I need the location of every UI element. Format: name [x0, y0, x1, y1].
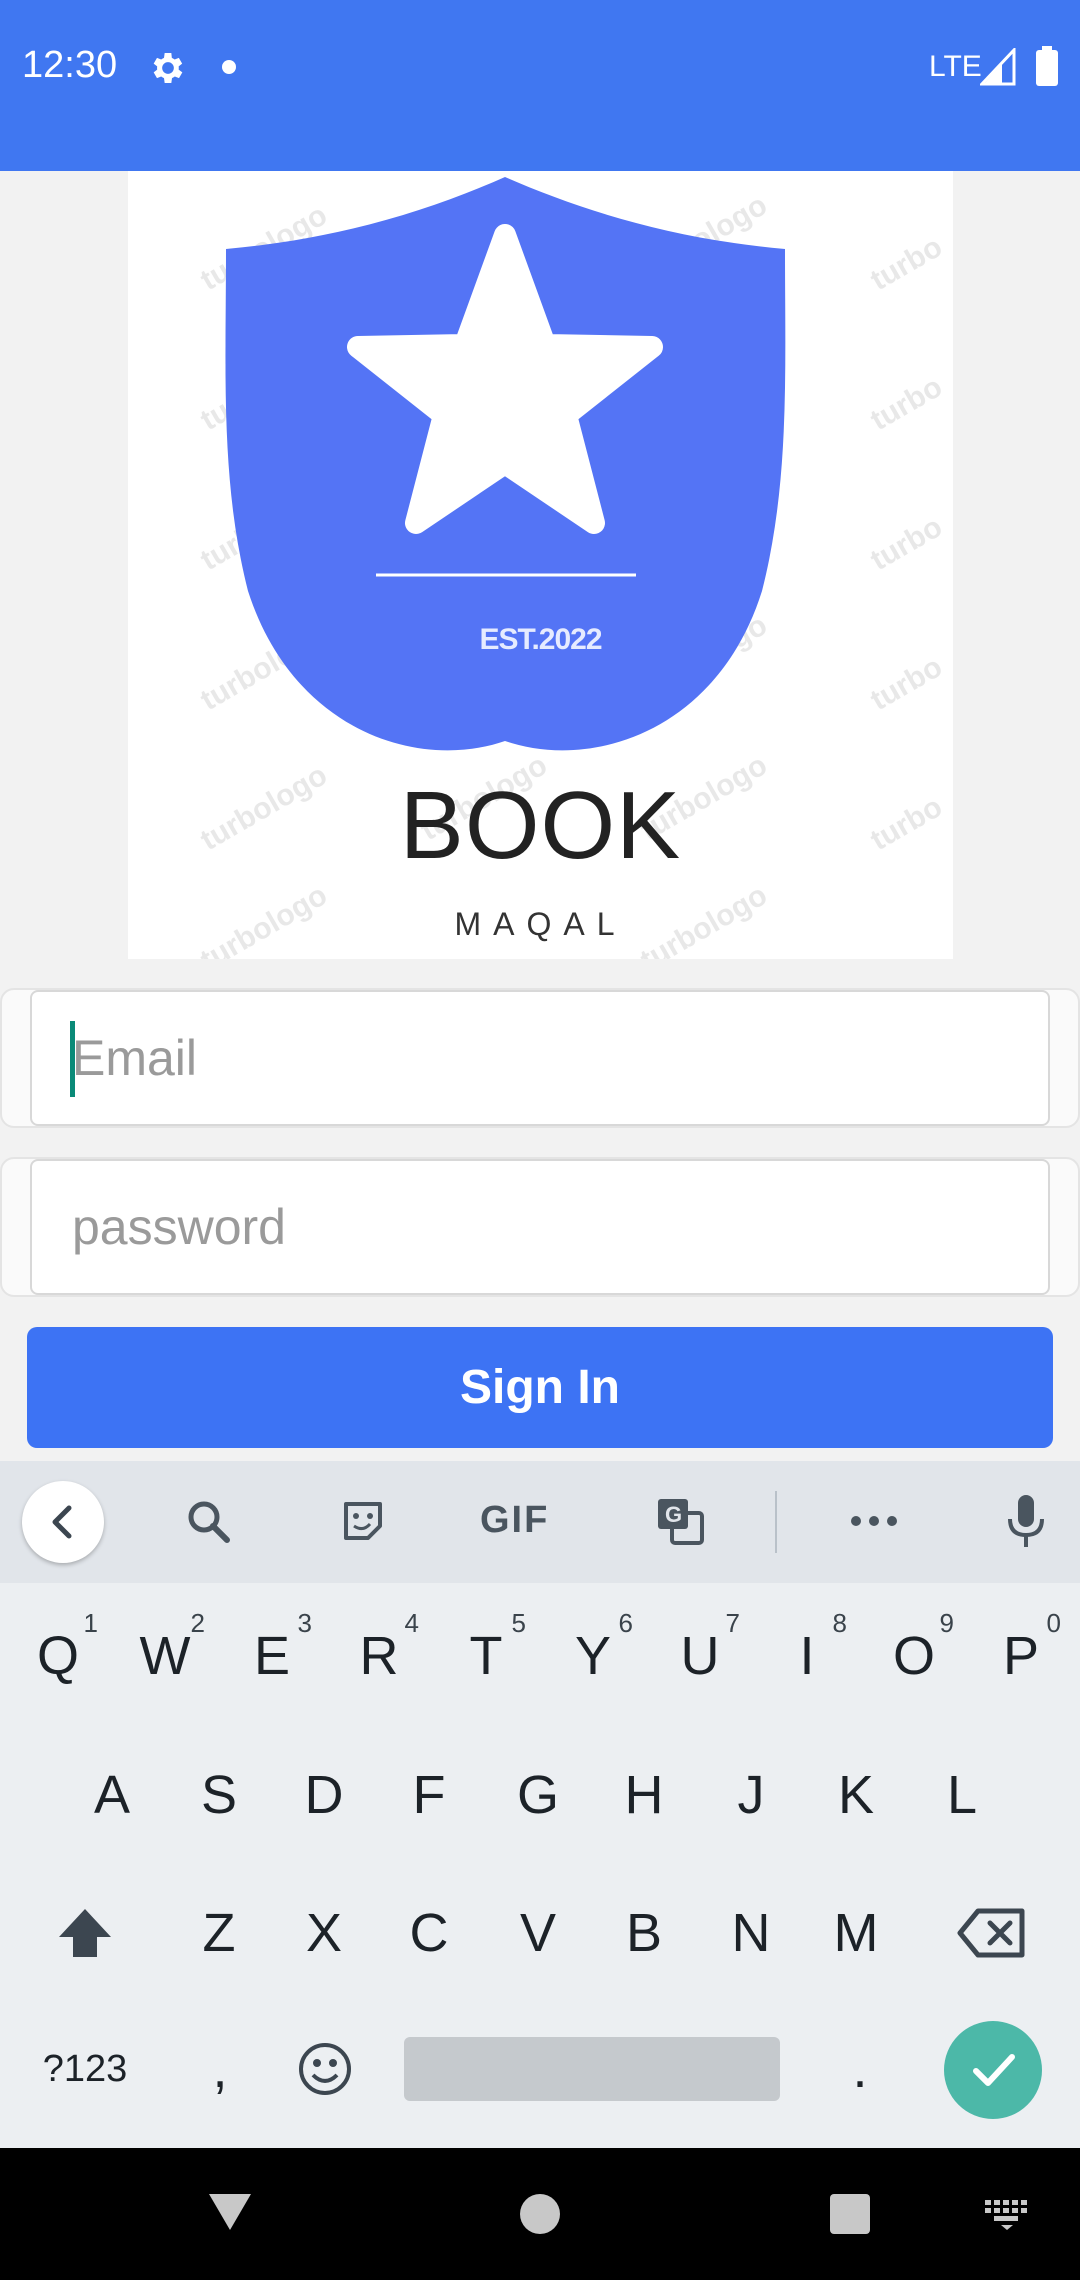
svg-text:turbo: turbo	[865, 230, 948, 297]
symbols-key[interactable]: ?123	[35, 2009, 135, 2129]
signal-icon	[980, 48, 1016, 86]
key-l[interactable]: L	[912, 1735, 1012, 1855]
enter-key[interactable]	[944, 2021, 1042, 2119]
keyboard-switch-icon[interactable]	[985, 2200, 1029, 2230]
key-e[interactable]: E3	[222, 1596, 322, 1716]
key-label: W	[139, 1626, 191, 1686]
key-hint: 3	[297, 1608, 312, 1638]
key-hint: 9	[939, 1608, 954, 1638]
svg-text:G: G	[665, 1502, 682, 1527]
key-w[interactable]: W2	[115, 1596, 215, 1716]
key-o[interactable]: O9	[864, 1596, 964, 1716]
key-hint: 0	[1046, 1608, 1061, 1638]
space-key[interactable]	[404, 2037, 780, 2101]
mic-icon[interactable]	[988, 1483, 1064, 1559]
nav-recents-icon[interactable]	[830, 2194, 870, 2234]
emoji-icon	[299, 2043, 351, 2095]
nav-home-icon[interactable]	[520, 2194, 560, 2234]
key-hint: 7	[725, 1608, 740, 1638]
key-label: O	[892, 1626, 935, 1686]
key-s[interactable]: S	[169, 1735, 269, 1855]
key-k[interactable]: K	[806, 1735, 906, 1855]
check-icon	[973, 2054, 1015, 2086]
key-r[interactable]: R4	[329, 1596, 429, 1716]
key-z[interactable]: Z	[169, 1873, 269, 1993]
key-j[interactable]: J	[701, 1735, 801, 1855]
key-m[interactable]: M	[806, 1873, 906, 1993]
shift-key[interactable]	[35, 1873, 135, 1993]
key-f[interactable]: F	[379, 1735, 479, 1855]
logo-subtitle: MAQAL	[454, 906, 627, 942]
key-y[interactable]: Y6	[543, 1596, 643, 1716]
key-label: I	[799, 1626, 815, 1686]
key-label: Q	[36, 1626, 79, 1686]
key-n[interactable]: N	[701, 1873, 801, 1993]
key-t[interactable]: T5	[436, 1596, 536, 1716]
app-logo: turbologo turbologo turbologo turbo turb…	[128, 171, 953, 959]
backspace-key[interactable]	[942, 1873, 1042, 1993]
key-v[interactable]: V	[488, 1873, 588, 1993]
text-cursor	[70, 1021, 75, 1097]
translate-icon[interactable]: G	[642, 1483, 718, 1559]
key-label: Y	[574, 1626, 612, 1686]
search-icon[interactable]	[170, 1483, 246, 1559]
key-d[interactable]: D	[274, 1735, 374, 1855]
key-hint: 6	[618, 1608, 633, 1638]
key-label: P	[1002, 1626, 1040, 1686]
key-h[interactable]: H	[594, 1735, 694, 1855]
key-p[interactable]: P0	[971, 1596, 1071, 1716]
key-a[interactable]: A	[62, 1735, 162, 1855]
key-g[interactable]: G	[488, 1735, 588, 1855]
svg-text:turbo: turbo	[865, 650, 948, 717]
gif-button[interactable]: GIF	[480, 1499, 549, 1542]
svg-text:turbo: turbo	[865, 510, 948, 577]
logo-established-text: EST.2022	[479, 623, 602, 656]
nav-back-icon[interactable]	[205, 2190, 255, 2234]
key-q[interactable]: Q1	[8, 1596, 108, 1716]
period-key[interactable]: .	[810, 2009, 910, 2129]
battery-icon	[1036, 46, 1058, 86]
key-c[interactable]: C	[379, 1873, 479, 1993]
keyboard-toolbar: GIF G	[0, 1461, 1080, 1583]
key-hint: 2	[190, 1608, 205, 1638]
chevron-left-icon	[52, 1505, 72, 1539]
status-bar: 12:30 LTE	[0, 0, 1080, 171]
key-hint: 1	[83, 1608, 98, 1638]
key-u[interactable]: U7	[650, 1596, 750, 1716]
shift-icon	[59, 1909, 111, 1957]
navigation-bar	[0, 2148, 1080, 2280]
key-label: T	[469, 1626, 503, 1686]
key-label: U	[680, 1626, 720, 1686]
email-field[interactable]	[30, 990, 1050, 1126]
key-hint: 4	[404, 1608, 419, 1638]
keyboard-back-button[interactable]	[22, 1481, 104, 1563]
more-icon[interactable]	[836, 1483, 912, 1559]
key-label: R	[359, 1626, 399, 1686]
sticker-icon[interactable]	[325, 1483, 401, 1559]
comma-key[interactable]: ,	[170, 2009, 270, 2129]
logo-title: BOOK	[399, 772, 682, 879]
key-x[interactable]: X	[274, 1873, 374, 1993]
toolbar-divider	[775, 1491, 777, 1553]
network-type: LTE	[929, 50, 982, 83]
notification-dot	[222, 60, 236, 74]
svg-text:turbo: turbo	[865, 370, 948, 437]
password-field[interactable]	[30, 1159, 1050, 1295]
key-label: E	[253, 1626, 291, 1686]
backspace-icon	[957, 1908, 1025, 1958]
settings-icon	[153, 53, 183, 83]
key-b[interactable]: B	[594, 1873, 694, 1993]
emoji-key[interactable]	[275, 2009, 375, 2129]
key-hint: 5	[511, 1608, 526, 1638]
status-time: 12:30	[22, 44, 118, 86]
key-i[interactable]: I8	[757, 1596, 857, 1716]
soft-keyboard: GIF G Q1 W2 E3 R4 T5 Y6 U7 I8 O9 P0 A S …	[0, 1461, 1080, 2148]
key-hint: 8	[832, 1608, 847, 1638]
sign-in-button[interactable]: Sign In	[27, 1327, 1053, 1448]
